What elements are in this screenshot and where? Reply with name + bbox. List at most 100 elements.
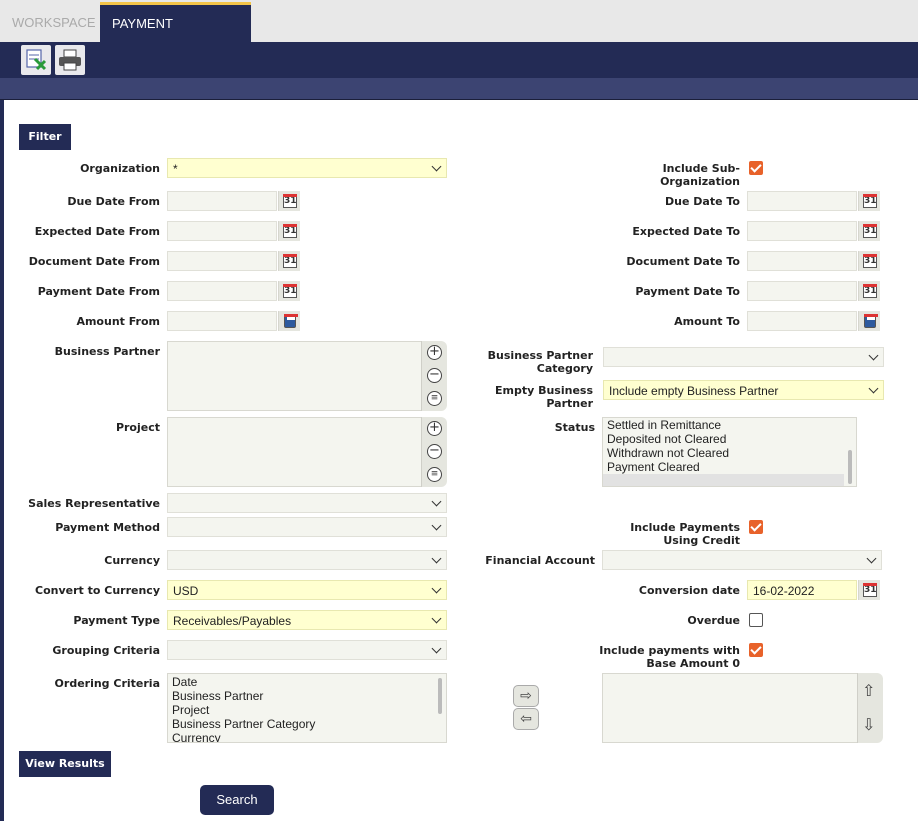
list-item[interactable]: Withdrawn not Cleared xyxy=(603,446,856,460)
move-right-button[interactable]: ⇨ xyxy=(513,685,539,707)
currency-select[interactable] xyxy=(167,550,447,570)
toolbar xyxy=(0,42,918,78)
due-date-from-label: Due Date From xyxy=(67,195,160,208)
include-sub-org-checkbox[interactable] xyxy=(749,161,763,175)
list-item[interactable]: Payment Cleared xyxy=(603,460,856,474)
expected-date-from-input[interactable] xyxy=(167,221,277,241)
sales-rep-select[interactable] xyxy=(167,493,447,513)
tab-payment-report[interactable]: PAYMENT REPORT× xyxy=(100,2,251,69)
remove-icon[interactable]: − xyxy=(427,368,442,383)
payment-method-label: Payment Method xyxy=(55,521,160,534)
list-item[interactable]: Date xyxy=(168,675,446,689)
conversion-date-value: 16-02-2022 xyxy=(753,584,815,598)
remove-icon[interactable]: − xyxy=(427,444,442,459)
status-list[interactable]: Settled in Remittance Deposited not Clea… xyxy=(602,417,857,487)
list-item[interactable]: Settled in Remittance xyxy=(603,418,856,432)
payment-type-value: Receivables/Payables xyxy=(173,614,292,628)
scrollbar[interactable] xyxy=(438,678,442,714)
payment-method-select[interactable] xyxy=(167,517,447,537)
due-date-from-calendar-button[interactable]: 31 xyxy=(278,191,300,211)
include-base0-checkbox[interactable] xyxy=(749,643,763,657)
document-date-to-calendar-button[interactable]: 31 xyxy=(858,251,880,271)
calendar-icon: 31 xyxy=(283,194,297,208)
move-left-button[interactable]: ⇦ xyxy=(513,708,539,730)
amount-to-calculator-button[interactable] xyxy=(858,311,880,331)
conversion-date-calendar-button[interactable]: 31 xyxy=(858,580,880,600)
list-item[interactable]: Business Partner Category xyxy=(168,717,446,731)
remove-all-icon[interactable]: ≡ xyxy=(427,467,442,482)
calendar-icon: 31 xyxy=(863,254,877,268)
amount-from-calculator-button[interactable] xyxy=(278,311,300,331)
project-list[interactable] xyxy=(167,417,422,487)
scrollbar[interactable] xyxy=(848,450,852,484)
document-date-to-input[interactable] xyxy=(747,251,857,271)
include-sub-org-label-line1: Include Sub- xyxy=(662,162,740,175)
arrow-up-icon[interactable]: ⇧ xyxy=(862,681,875,700)
ordering-source-list[interactable]: Date Business Partner Project Business P… xyxy=(167,673,447,743)
ordering-target-list[interactable] xyxy=(602,673,858,743)
expected-date-to-input[interactable] xyxy=(747,221,857,241)
list-item[interactable] xyxy=(603,474,844,486)
document-date-from-calendar-button[interactable]: 31 xyxy=(278,251,300,271)
amount-from-input[interactable] xyxy=(167,311,277,331)
convert-currency-select[interactable]: USD xyxy=(167,580,447,600)
search-button[interactable]: Search xyxy=(200,785,274,815)
calendar-icon: 31 xyxy=(283,224,297,238)
convert-currency-value: USD xyxy=(173,584,199,598)
arrow-left-icon: ⇦ xyxy=(520,711,532,727)
payment-date-from-label: Payment Date From xyxy=(37,285,160,298)
grouping-label: Grouping Criteria xyxy=(52,644,160,657)
filter-button[interactable]: Filter xyxy=(19,124,71,150)
tab-bar: WORKSPACE PAYMENT REPORT× xyxy=(0,0,918,69)
payment-date-to-calendar-button[interactable]: 31 xyxy=(858,281,880,301)
list-item[interactable]: Project xyxy=(168,703,446,717)
chevron-down-icon xyxy=(431,520,442,531)
print-button[interactable] xyxy=(55,45,85,75)
arrow-down-icon[interactable]: ⇩ xyxy=(862,715,875,734)
export-spreadsheet-icon xyxy=(26,49,47,71)
financial-account-select[interactable] xyxy=(602,550,882,570)
expected-date-to-calendar-button[interactable]: 31 xyxy=(858,221,880,241)
payment-date-to-input[interactable] xyxy=(747,281,857,301)
list-item[interactable]: Deposited not Cleared xyxy=(603,432,856,446)
tab-workspace[interactable]: WORKSPACE xyxy=(0,4,108,42)
business-partner-list[interactable] xyxy=(167,341,422,411)
business-partner-label: Business Partner xyxy=(54,345,160,358)
due-date-from-input[interactable] xyxy=(167,191,277,211)
view-results-button[interactable]: View Results xyxy=(19,751,111,777)
overdue-checkbox[interactable] xyxy=(749,613,763,627)
bp-category-label-line2: Category xyxy=(536,362,593,375)
remove-all-icon[interactable]: ≡ xyxy=(427,391,442,406)
empty-bp-label-line2: Partner xyxy=(546,397,593,410)
empty-bp-label-line1: Empty Business xyxy=(494,384,593,397)
document-date-from-input[interactable] xyxy=(167,251,277,271)
expected-date-to-label: Expected Date To xyxy=(632,225,740,238)
business-partner-actions: + − ≡ xyxy=(421,341,447,411)
calendar-icon: 31 xyxy=(863,583,877,597)
add-icon[interactable]: + xyxy=(427,345,442,360)
include-credit-label-line2: Using Credit xyxy=(663,534,740,547)
conversion-date-input[interactable]: 16-02-2022 xyxy=(747,580,857,600)
ordering-label: Ordering Criteria xyxy=(54,677,160,690)
payment-date-from-input[interactable] xyxy=(167,281,277,301)
amount-to-input[interactable] xyxy=(747,311,857,331)
due-date-to-input[interactable] xyxy=(747,191,857,211)
organization-select[interactable]: * xyxy=(167,158,447,178)
add-icon[interactable]: + xyxy=(427,421,442,436)
empty-bp-select[interactable]: Include empty Business Partner xyxy=(603,380,884,400)
ordering-target-actions: ⇧ ⇩ xyxy=(857,673,883,743)
include-credit-checkbox[interactable] xyxy=(749,520,763,534)
due-date-to-calendar-button[interactable]: 31 xyxy=(858,191,880,211)
expected-date-from-calendar-button[interactable]: 31 xyxy=(278,221,300,241)
conversion-date-label: Conversion date xyxy=(638,584,740,597)
list-item[interactable]: Currency xyxy=(168,731,446,742)
organization-label: Organization xyxy=(80,162,160,175)
payment-type-select[interactable]: Receivables/Payables xyxy=(167,610,447,630)
project-label: Project xyxy=(115,421,160,434)
grouping-select[interactable] xyxy=(167,640,447,660)
bp-category-select[interactable] xyxy=(603,347,884,367)
payment-date-from-calendar-button[interactable]: 31 xyxy=(278,281,300,301)
list-item[interactable]: Business Partner xyxy=(168,689,446,703)
export-spreadsheet-button[interactable] xyxy=(21,45,51,75)
include-sub-org-label: Include Sub- Organization xyxy=(600,162,740,188)
